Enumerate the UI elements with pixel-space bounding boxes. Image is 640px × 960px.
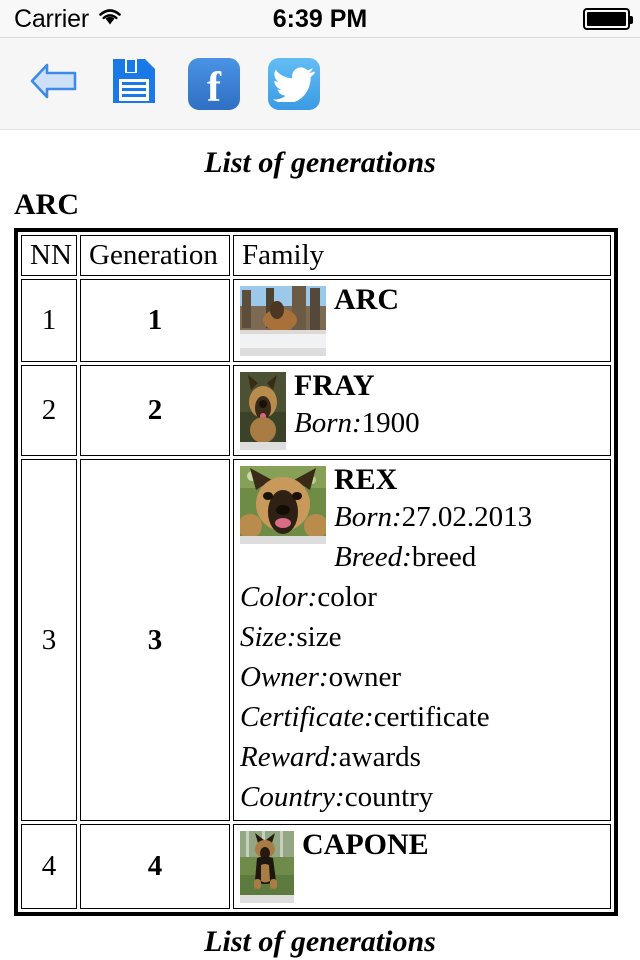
generations-table: NN Generation Family 1 1 ARC 2 2 FRAY Bo…: [14, 228, 618, 916]
field-value: 27.02.2013: [401, 501, 533, 533]
table-row[interactable]: 4 4 CAPONE: [21, 824, 611, 909]
table-row[interactable]: 1 1 ARC: [21, 279, 611, 362]
dog-name: CAPONE: [302, 828, 429, 861]
field-label: Breed:: [334, 541, 412, 573]
facebook-icon: f: [188, 57, 240, 110]
row-nn: 4: [21, 824, 77, 909]
field-label: Born:: [294, 407, 362, 439]
dog-name: ARC: [334, 283, 399, 316]
field-label: Reward:: [240, 741, 339, 773]
field-row: Reward:awards: [240, 737, 604, 777]
column-header-generation: Generation: [80, 235, 230, 276]
field-row: Born:1900: [240, 403, 604, 443]
footer-caption: List of generations: [204, 925, 436, 958]
dog-photo-snow: [240, 286, 326, 356]
facebook-share-button[interactable]: f: [186, 56, 242, 112]
field-row: Color:color: [240, 577, 604, 617]
field-value: color: [317, 581, 377, 613]
field-value: certificate: [373, 701, 490, 733]
row-nn: 3: [21, 459, 77, 821]
table-body: 1 1 ARC 2 2 FRAY Born:1900 3 3 REX Born:…: [21, 279, 611, 909]
table-row[interactable]: 2 2 FRAY Born:1900: [21, 365, 611, 456]
row-family: CAPONE: [233, 824, 611, 909]
field-row: Size:size: [240, 617, 604, 657]
dog-name: FRAY: [294, 369, 375, 402]
field-row: Country:country: [240, 777, 604, 817]
field-label: Born:: [334, 501, 402, 533]
field-value: size: [296, 621, 342, 653]
toolbar: f: [0, 38, 640, 130]
row-family: REX Born:27.02.2013 Breed:breed Color:co…: [233, 459, 611, 821]
row-generation: 1: [80, 279, 230, 362]
row-nn: 2: [21, 365, 77, 456]
field-label: Country:: [240, 781, 345, 813]
battery-icon: [583, 8, 633, 30]
save-button[interactable]: [106, 56, 162, 112]
back-button[interactable]: [26, 56, 82, 112]
status-bar: Carrier 6:39 PM: [0, 0, 640, 38]
field-row: Owner:owner: [240, 657, 604, 697]
row-generation: 3: [80, 459, 230, 821]
field-label: Size:: [240, 621, 297, 653]
field-value: 1900: [361, 407, 420, 439]
field-label: Color:: [240, 581, 318, 613]
clock-label: 6:39 PM: [272, 4, 368, 33]
row-family: FRAY Born:1900: [233, 365, 611, 456]
field-label: Certificate:: [240, 701, 374, 733]
dog-photo-closeup: [238, 466, 328, 544]
column-header-family: Family: [233, 235, 611, 276]
column-header-nn: NN: [21, 235, 77, 276]
dog-name: REX: [334, 463, 398, 496]
page-title: List of generations: [204, 146, 436, 179]
field-value: breed: [411, 541, 477, 573]
table-row[interactable]: 3 3 REX Born:27.02.2013 Breed:breed Colo…: [21, 459, 611, 821]
field-value: awards: [338, 741, 421, 773]
row-generation: 2: [80, 365, 230, 456]
battery-fill: [587, 12, 626, 26]
twitter-bird-icon: [268, 57, 320, 110]
field-row: Certificate:certificate: [240, 697, 604, 737]
table-header: NN Generation Family: [21, 235, 611, 276]
facebook-glyph: f: [207, 65, 221, 110]
twitter-share-button[interactable]: [266, 56, 322, 112]
dog-photo-portrait: [240, 372, 286, 450]
status-bar-right: [583, 0, 633, 38]
dog-photo-puppy: [240, 831, 294, 903]
row-family: ARC: [233, 279, 611, 362]
content-area: List of generations ARC NN Generation Fa…: [0, 130, 640, 960]
row-nn: 1: [21, 279, 77, 362]
save-floppy-icon: [111, 57, 157, 110]
table-header-row: NN Generation Family: [21, 235, 611, 276]
row-generation: 4: [80, 824, 230, 909]
section-heading: ARC: [14, 188, 79, 221]
field-label: Owner:: [240, 661, 329, 693]
field-value: owner: [328, 661, 402, 693]
field-value: country: [344, 781, 434, 813]
back-arrow-icon: [27, 59, 81, 108]
